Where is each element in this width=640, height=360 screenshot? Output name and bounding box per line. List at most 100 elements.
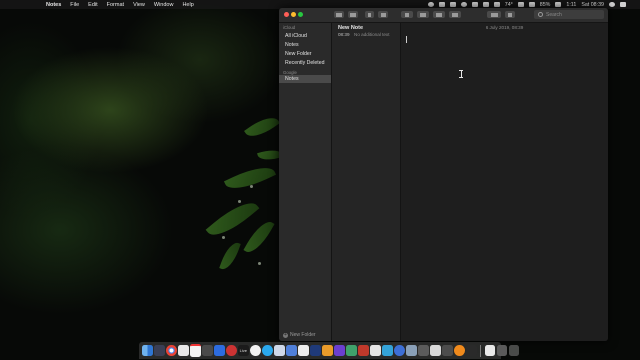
battery-icon[interactable] [555,2,562,7]
plus-icon: + [283,331,288,338]
app-icon[interactable] [226,345,237,356]
table-icon [436,12,442,17]
search-field[interactable] [534,10,604,19]
note-time: 08:39 [338,32,350,37]
pencil-icon[interactable] [322,345,333,356]
wifi-icon[interactable] [471,2,478,7]
app-icon[interactable] [466,345,477,356]
app-icon[interactable] [346,345,357,356]
list-view-button[interactable] [348,11,358,18]
share-button[interactable] [505,11,515,18]
add-people-icon [490,12,498,17]
app-icon[interactable] [496,345,507,356]
app-icon[interactable] [310,345,321,356]
spotlight-icon[interactable] [609,2,615,7]
notes-dock-icon[interactable] [178,345,189,356]
app-icon[interactable] [418,345,429,356]
note-title: New Note [338,25,364,31]
sidebar-icon [336,12,342,17]
calendar-icon[interactable] [190,344,201,357]
table-button[interactable] [433,11,445,18]
section-heading-icloud: iCloud [283,25,296,30]
app-icon[interactable] [214,345,225,356]
menu-format[interactable]: Format [107,2,124,8]
toggle-folders-button[interactable] [334,11,344,18]
note-editor[interactable]: 6 July 2019, 08:39 [401,23,608,341]
app-icon[interactable] [358,345,369,356]
trash-icon[interactable] [508,345,519,356]
app-store-icon[interactable] [262,345,273,356]
menu-file[interactable]: File [70,2,79,8]
notification-center-icon[interactable] [620,2,626,7]
dock-divider [480,344,481,357]
app-menu[interactable]: Notes [46,2,61,8]
minimize-button[interactable] [291,12,296,17]
search-input[interactable] [543,11,604,18]
close-button[interactable] [284,12,289,17]
list-icon [350,12,356,17]
compose-icon [380,12,386,17]
new-folder-label: New Folder [290,332,316,338]
launchpad-icon[interactable] [154,345,165,356]
sidebar-item-notes-google[interactable]: Notes [279,75,331,83]
dropbox-icon[interactable] [438,2,445,7]
note-preview: No additional text [354,32,390,37]
sidebar-item-all-icloud[interactable]: All iCloud [279,32,331,40]
infinity-icon[interactable] [449,2,456,7]
photo-icon [452,12,458,17]
volume-icon[interactable] [528,2,535,7]
new-folder-button[interactable]: + New Folder [283,332,316,338]
add-people-button[interactable] [487,11,501,18]
app-icon[interactable] [382,345,393,356]
screenshot-icon[interactable] [202,345,213,356]
share-icon [508,12,512,17]
airplay-icon[interactable] [517,2,524,7]
temperature-text[interactable]: 74° [505,2,513,8]
preview-icon[interactable] [274,345,285,356]
app-icon[interactable] [370,345,381,356]
attachment-button[interactable] [449,11,461,18]
time-machine-icon[interactable] [460,2,467,7]
window-toolbar [279,8,608,23]
ibeam-cursor-icon [459,70,463,78]
downloads-icon[interactable] [484,345,495,356]
lock-icon [405,12,409,17]
trash-icon [368,12,371,17]
note-list: New Note 08:39 No additional text [332,23,401,341]
live-icon[interactable]: Live [238,345,249,356]
folders-sidebar: iCloud All iCloud Notes New Folder Recen… [279,23,332,341]
app-icon[interactable] [286,345,297,356]
checklist-button[interactable] [417,11,429,18]
sidebar-item-notes-icloud[interactable]: Notes [279,41,331,49]
app-icon[interactable] [442,345,453,356]
menu-view[interactable]: View [133,2,145,8]
finder-icon[interactable] [142,345,153,356]
sidebar-item-new-folder[interactable]: New Folder [279,50,331,58]
chrome-icon[interactable] [166,345,177,356]
vlc-icon[interactable] [454,345,465,356]
app-icon[interactable] [406,345,417,356]
menu-edit[interactable]: Edit [88,2,97,8]
app-icon[interactable] [334,345,345,356]
itunes-icon[interactable] [250,345,261,356]
list-item[interactable]: New Note 08:39 No additional text [332,23,400,41]
app-icon[interactable] [430,345,441,356]
zoom-button[interactable] [298,12,303,17]
app-icon[interactable] [298,345,309,356]
battery-percent[interactable]: 85% [540,2,551,8]
delete-note-button[interactable] [365,11,374,18]
sidebar-item-recently-deleted[interactable]: Recently Deleted [279,59,331,67]
screen-record-icon[interactable] [427,2,434,7]
bluetooth-icon[interactable] [482,2,489,7]
dock: Live [139,342,519,359]
lock-button[interactable] [401,11,413,18]
checklist-icon [420,12,426,17]
menu-window[interactable]: Window [154,2,174,8]
battery-time[interactable]: 1:11 [566,2,576,8]
new-note-button[interactable] [378,11,388,18]
menu-help[interactable]: Help [182,2,193,8]
notes-window: iCloud All iCloud Notes New Folder Recen… [279,8,608,341]
weather-icon[interactable] [493,2,500,7]
app-icon[interactable] [394,345,405,356]
menu-clock[interactable]: Sat 08:39 [581,2,604,8]
